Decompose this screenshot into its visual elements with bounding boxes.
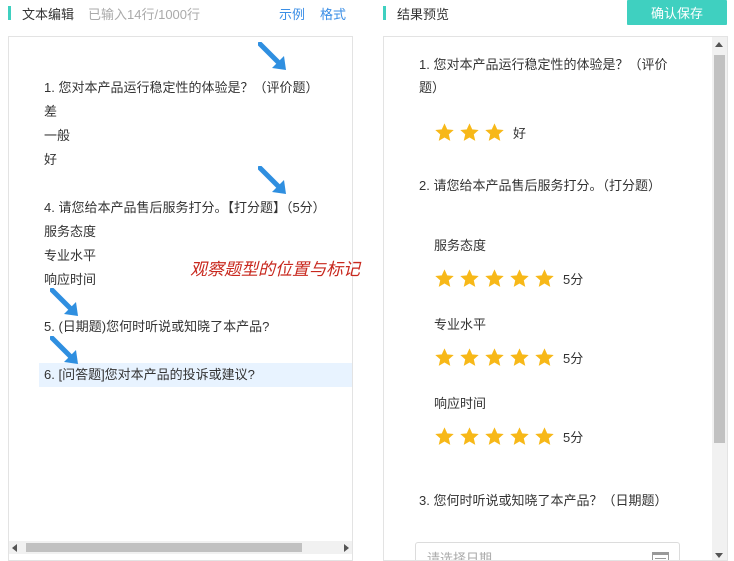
score-stars[interactable]: 5分 bbox=[434, 426, 583, 447]
rating-label: 好 bbox=[513, 126, 527, 141]
score-item-label: 响应时间 bbox=[434, 396, 487, 411]
date-placeholder: 请选择日期 bbox=[427, 551, 493, 561]
preview-panel: 1. 您对本产品运行稳定性的体验是？（评价题） 好 2. 请您给本产品售后服务打… bbox=[383, 36, 728, 561]
editor-line[interactable]: 一般 bbox=[44, 125, 70, 147]
star-icon[interactable] bbox=[459, 268, 480, 289]
question-2-title: 2. 请您给本产品售后服务打分。（打分题） bbox=[419, 178, 661, 193]
star-icon[interactable] bbox=[459, 122, 480, 143]
star-icon[interactable] bbox=[459, 426, 480, 447]
annotation-arrow-icon bbox=[50, 336, 78, 364]
star-icon[interactable] bbox=[484, 268, 505, 289]
section-marker bbox=[8, 6, 11, 20]
score-label: 5分 bbox=[563, 430, 584, 445]
score-label: 5分 bbox=[563, 272, 584, 287]
editor-header: 文本编辑 已输入14行/1000行 示例 格式 bbox=[8, 0, 353, 26]
scroll-left-arrow-icon[interactable] bbox=[12, 544, 17, 552]
calendar-icon[interactable] bbox=[652, 552, 669, 560]
star-icon[interactable] bbox=[459, 347, 480, 368]
annotation-text: 观察题型的位置与标记 bbox=[190, 260, 360, 280]
star-icon[interactable] bbox=[534, 426, 555, 447]
scroll-down-arrow-icon[interactable] bbox=[715, 553, 723, 558]
star-icon[interactable] bbox=[509, 347, 530, 368]
star-icon[interactable] bbox=[534, 347, 555, 368]
score-label: 5分 bbox=[563, 351, 584, 366]
vertical-scrollbar[interactable] bbox=[712, 37, 727, 560]
question-1-title: 1. 您对本产品运行稳定性的体验是？（评价题） bbox=[419, 57, 668, 95]
line-count: 已输入14行/1000行 bbox=[88, 6, 201, 22]
score-stars[interactable]: 5分 bbox=[434, 268, 583, 289]
preview-title: 结果预览 bbox=[397, 6, 450, 22]
score-item-label: 服务态度 bbox=[434, 238, 487, 253]
star-icon[interactable] bbox=[484, 426, 505, 447]
section-marker bbox=[383, 6, 386, 20]
star-icon[interactable] bbox=[434, 268, 455, 289]
editor-line[interactable]: 专业水平 bbox=[44, 245, 96, 267]
editor-title: 文本编辑 bbox=[22, 6, 75, 22]
date-picker-input[interactable]: 请选择日期 bbox=[415, 542, 680, 561]
horizontal-scrollbar[interactable] bbox=[9, 541, 352, 554]
annotation-arrow-icon bbox=[258, 42, 286, 70]
star-icon[interactable] bbox=[534, 268, 555, 289]
scroll-up-arrow-icon[interactable] bbox=[715, 42, 723, 47]
question-3-title: 3. 您何时听说或知晓了本产品？（日期题） bbox=[419, 493, 668, 508]
star-icon[interactable] bbox=[434, 426, 455, 447]
star-icon[interactable] bbox=[434, 347, 455, 368]
score-stars[interactable]: 5分 bbox=[434, 347, 583, 368]
editor-line-active[interactable]: 6. [问答题]您对本产品的投诉或建议? bbox=[39, 363, 352, 387]
editor-line[interactable]: 差 bbox=[44, 101, 57, 123]
annotation-arrow-icon bbox=[258, 166, 286, 194]
confirm-save-button[interactable]: 确认保存 bbox=[627, 0, 727, 25]
editor-line[interactable]: 好 bbox=[44, 149, 57, 171]
annotation-arrow-icon bbox=[50, 288, 78, 316]
star-icon[interactable] bbox=[509, 426, 530, 447]
star-icon[interactable] bbox=[509, 268, 530, 289]
star-icon[interactable] bbox=[484, 122, 505, 143]
rating-stars-q1[interactable]: 好 bbox=[434, 122, 526, 143]
editor-line[interactable]: 4. 请您给本产品售后服务打分。【打分题】（5分） bbox=[44, 197, 326, 219]
star-icon[interactable] bbox=[434, 122, 455, 143]
scroll-right-arrow-icon[interactable] bbox=[344, 544, 349, 552]
scrollbar-thumb[interactable] bbox=[26, 543, 302, 552]
example-link[interactable]: 示例 bbox=[279, 4, 305, 23]
editor-line[interactable]: 5. (日期题)您何时听说或知晓了本产品? bbox=[44, 316, 269, 338]
format-link[interactable]: 格式 bbox=[320, 4, 346, 23]
score-item-label: 专业水平 bbox=[434, 317, 487, 332]
star-icon[interactable] bbox=[484, 347, 505, 368]
editor-line[interactable]: 服务态度 bbox=[44, 221, 96, 243]
scrollbar-thumb[interactable] bbox=[714, 55, 725, 443]
editor-line[interactable]: 1. 您对本产品运行稳定性的体验是？（评价题） bbox=[44, 77, 318, 99]
